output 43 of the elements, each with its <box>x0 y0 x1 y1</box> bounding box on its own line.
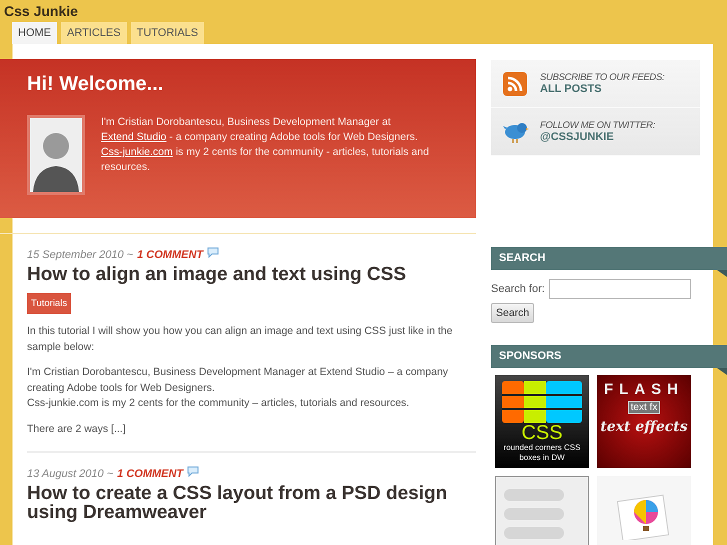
nav-tab[interactable]: ARTICLES <box>61 22 127 44</box>
post-title[interactable]: How to align an image and text using CSS <box>27 265 406 284</box>
feed-caption: SUBSCRIBE TO OUR FEEDS: <box>540 72 664 83</box>
ad-title: FLASH <box>604 381 684 398</box>
comment-link[interactable]: 1 COMMENT <box>137 249 204 261</box>
feed-link[interactable]: @CSSJUNKIE <box>540 131 614 143</box>
search-label: Search for: <box>491 283 545 295</box>
search-button[interactable]: Search <box>491 303 534 323</box>
category-tag[interactable]: Tutorials <box>27 293 72 314</box>
bio-link[interactable]: Extend Studio <box>101 131 166 143</box>
sponsor-banner[interactable] <box>597 476 691 545</box>
stacked-bars-icon <box>504 489 564 539</box>
site-title[interactable]: Css Junkie <box>0 0 78 22</box>
post-date: 13 August 2010 ~ <box>27 468 114 480</box>
post-text: I'm Cristian Dorobantescu, Business Development Manager at Extend Studio – a company creating Adobe tools for Web Designers. Css-junkie.com is my 2 cents for the community – articles, tutorials and resources. <box>27 365 450 411</box>
ad-title: CSS <box>521 423 563 443</box>
comment-link[interactable]: 1 COMMENT <box>117 468 184 480</box>
ad-badge: text fx <box>628 401 660 414</box>
sponsor-banner[interactable]: FLASH text fx text effects <box>597 375 691 468</box>
sponsor-banner[interactable] <box>495 476 589 545</box>
speech-bubble-icon[interactable] <box>187 466 200 476</box>
bio-link[interactable]: Css-junkie.com <box>101 146 173 158</box>
ribbon-fold <box>717 270 727 277</box>
speech-bubble-icon[interactable] <box>207 246 220 258</box>
feed-link[interactable]: ALL POSTS <box>540 83 602 95</box>
search-field[interactable] <box>548 279 691 299</box>
colored-grid-icon <box>502 381 582 423</box>
post-text: In this tutorial I will show you how you can align an image and text using CSS just like in the sample below: <box>27 324 454 354</box>
feed-caption: FOLLOW ME ON TWITTER: <box>540 120 656 131</box>
nav-tab[interactable]: TUTORIALS <box>130 22 204 44</box>
ribbon-fold <box>717 368 727 375</box>
post-text: There are 2 ways [...] <box>27 422 127 436</box>
nav-tab[interactable]: HOME <box>12 22 57 44</box>
section-heading: SPONSORS <box>491 345 727 368</box>
post-title[interactable]: How to create a CSS layout from a PSD design using Dreamweaver <box>27 484 476 522</box>
ad-caption: rounded corners CSS boxes in DW <box>502 443 582 463</box>
sponsor-banner[interactable]: CSS rounded corners CSS boxes in DW <box>495 375 589 468</box>
rss-icon[interactable] <box>503 72 529 96</box>
ad-caption: text effects <box>600 419 688 435</box>
post-date: 15 September 2010 ~ <box>27 249 134 261</box>
welcome-text: I'm Cristian Dorobantescu, Business Development Manager at Extend Studio - a company creating Adobe tools for Web Designers. Css-junkie.com is my 2 cents for the community - articles, tutorials and resources. <box>101 115 430 175</box>
welcome-heading: Hi! Welcome... <box>27 73 164 97</box>
section-heading: SEARCH <box>491 247 727 270</box>
